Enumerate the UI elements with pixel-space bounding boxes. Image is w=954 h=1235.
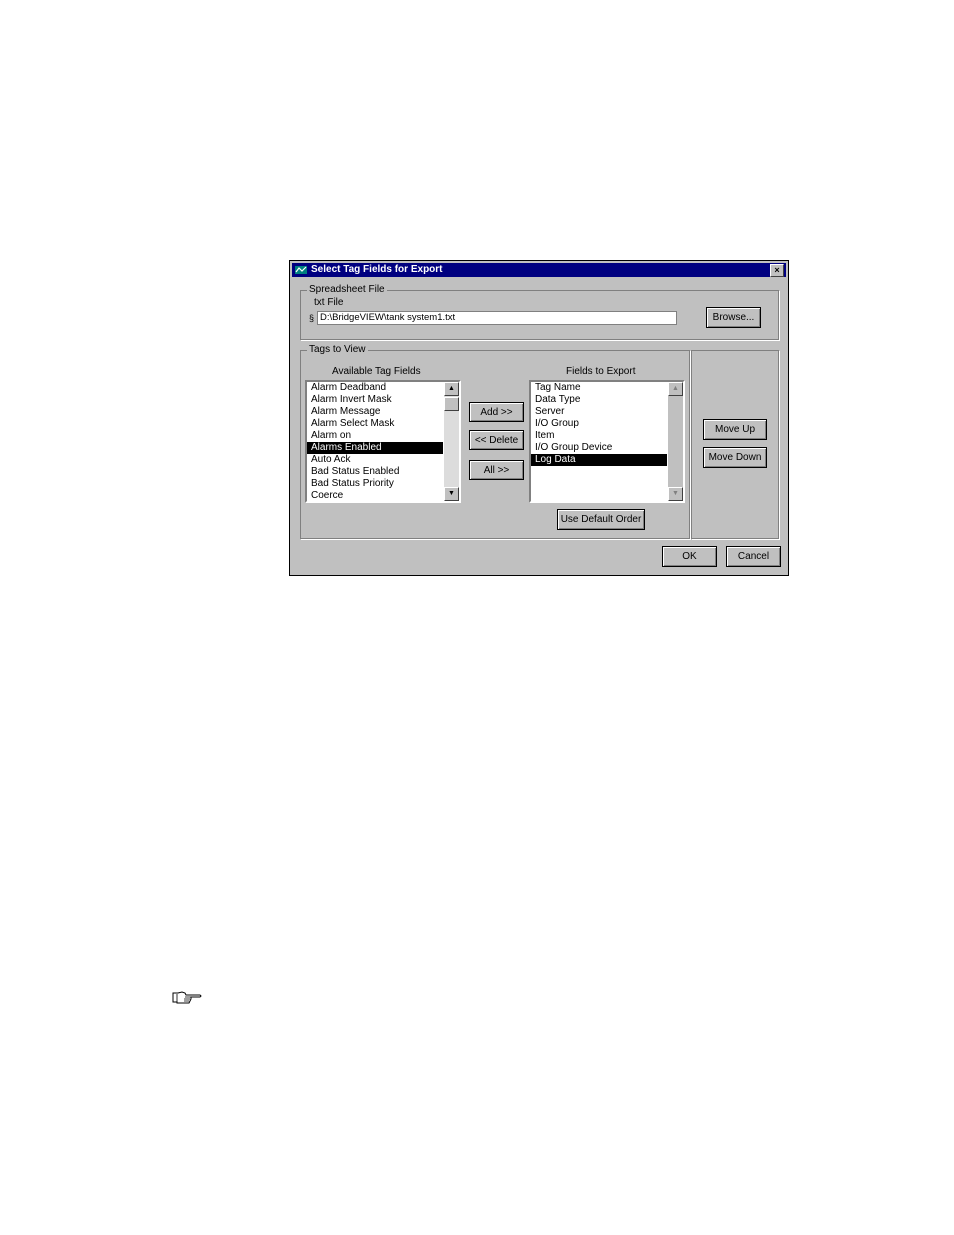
list-item[interactable]: Tag Name xyxy=(531,382,667,394)
scroll-down-arrow-icon[interactable]: ▼ xyxy=(444,487,459,501)
list-item[interactable]: Auto Ack xyxy=(307,454,443,466)
scroll-thumb[interactable] xyxy=(444,397,459,411)
available-items: Alarm Deadband Alarm Invert Mask Alarm Mes… xyxy=(307,382,443,501)
dialog-title: Select Tag Fields for Export xyxy=(311,264,443,275)
fields-to-export-list[interactable]: Tag Name Data Type Server I/O Group Item I/O … xyxy=(529,380,685,503)
select-tag-fields-dialog: Select Tag Fields for Export × Spreadshe… xyxy=(289,260,789,576)
available-tag-fields-label: Available Tag Fields xyxy=(332,366,421,377)
ok-button[interactable]: OK xyxy=(662,546,717,567)
list-item[interactable]: Log Data xyxy=(531,454,667,466)
all-button[interactable]: All >> xyxy=(469,460,524,480)
list-item[interactable]: Bad Status Priority xyxy=(307,478,443,490)
list-item[interactable]: Bad Status Enabled xyxy=(307,466,443,478)
list-item[interactable]: Alarms Enabled xyxy=(307,442,443,454)
list-item[interactable]: Server xyxy=(531,406,667,418)
add-button[interactable]: Add >> xyxy=(469,402,524,422)
list-item[interactable]: Data Type xyxy=(531,394,667,406)
spreadsheet-file-legend: Spreadsheet File xyxy=(307,284,387,296)
list-item[interactable]: Item xyxy=(531,430,667,442)
export-scrollbar[interactable]: ▲ ▼ xyxy=(668,382,683,501)
available-tag-fields-list[interactable]: Alarm Deadband Alarm Invert Mask Alarm Mes… xyxy=(305,380,461,503)
delete-button[interactable]: << Delete xyxy=(469,430,524,450)
bridgeview-window-icon xyxy=(295,266,307,274)
scroll-up-arrow-icon[interactable]: ▲ xyxy=(668,382,683,396)
list-item[interactable]: Alarm Message xyxy=(307,406,443,418)
close-button[interactable]: × xyxy=(770,264,784,277)
move-down-button[interactable]: Move Down xyxy=(703,447,767,468)
list-item[interactable]: I/O Group xyxy=(531,418,667,430)
list-item[interactable]: Alarm Select Mask xyxy=(307,418,443,430)
scroll-up-arrow-icon[interactable]: ▲ xyxy=(444,382,459,396)
use-default-order-button[interactable]: Use Default Order xyxy=(557,509,645,530)
pointing-hand-icon xyxy=(172,991,202,1004)
list-item[interactable]: Alarm Deadband xyxy=(307,382,443,394)
tags-to-view-group: Tags to View Available Tag Fields Alarm … xyxy=(300,344,690,539)
order-controls-pane: Move Up Move Down xyxy=(691,350,779,539)
scroll-down-arrow-icon[interactable]: ▼ xyxy=(668,487,683,501)
file-path-field[interactable]: D:\BridgeVIEW\tank system1.txt xyxy=(317,311,677,325)
tags-to-view-legend: Tags to View xyxy=(307,344,368,356)
available-scrollbar[interactable]: ▲ ▼ xyxy=(444,382,459,501)
title-bar[interactable]: Select Tag Fields for Export × xyxy=(292,263,786,277)
list-item[interactable]: Alarm on xyxy=(307,430,443,442)
spreadsheet-file-group: Spreadsheet File txt File § D:\BridgeVIE… xyxy=(300,284,779,340)
list-item[interactable]: I/O Group Device xyxy=(531,442,667,454)
list-item[interactable]: Alarm Invert Mask xyxy=(307,394,443,406)
list-item[interactable]: Coerce xyxy=(307,490,443,501)
fields-to-export-label: Fields to Export xyxy=(566,366,636,377)
browse-button[interactable]: Browse... xyxy=(706,307,761,328)
txt-file-label: txt File xyxy=(314,297,344,308)
move-up-button[interactable]: Move Up xyxy=(703,419,767,440)
file-path-icon: § xyxy=(309,313,315,323)
export-items: Tag Name Data Type Server I/O Group Item I/O … xyxy=(531,382,667,501)
cancel-button[interactable]: Cancel xyxy=(726,546,781,567)
